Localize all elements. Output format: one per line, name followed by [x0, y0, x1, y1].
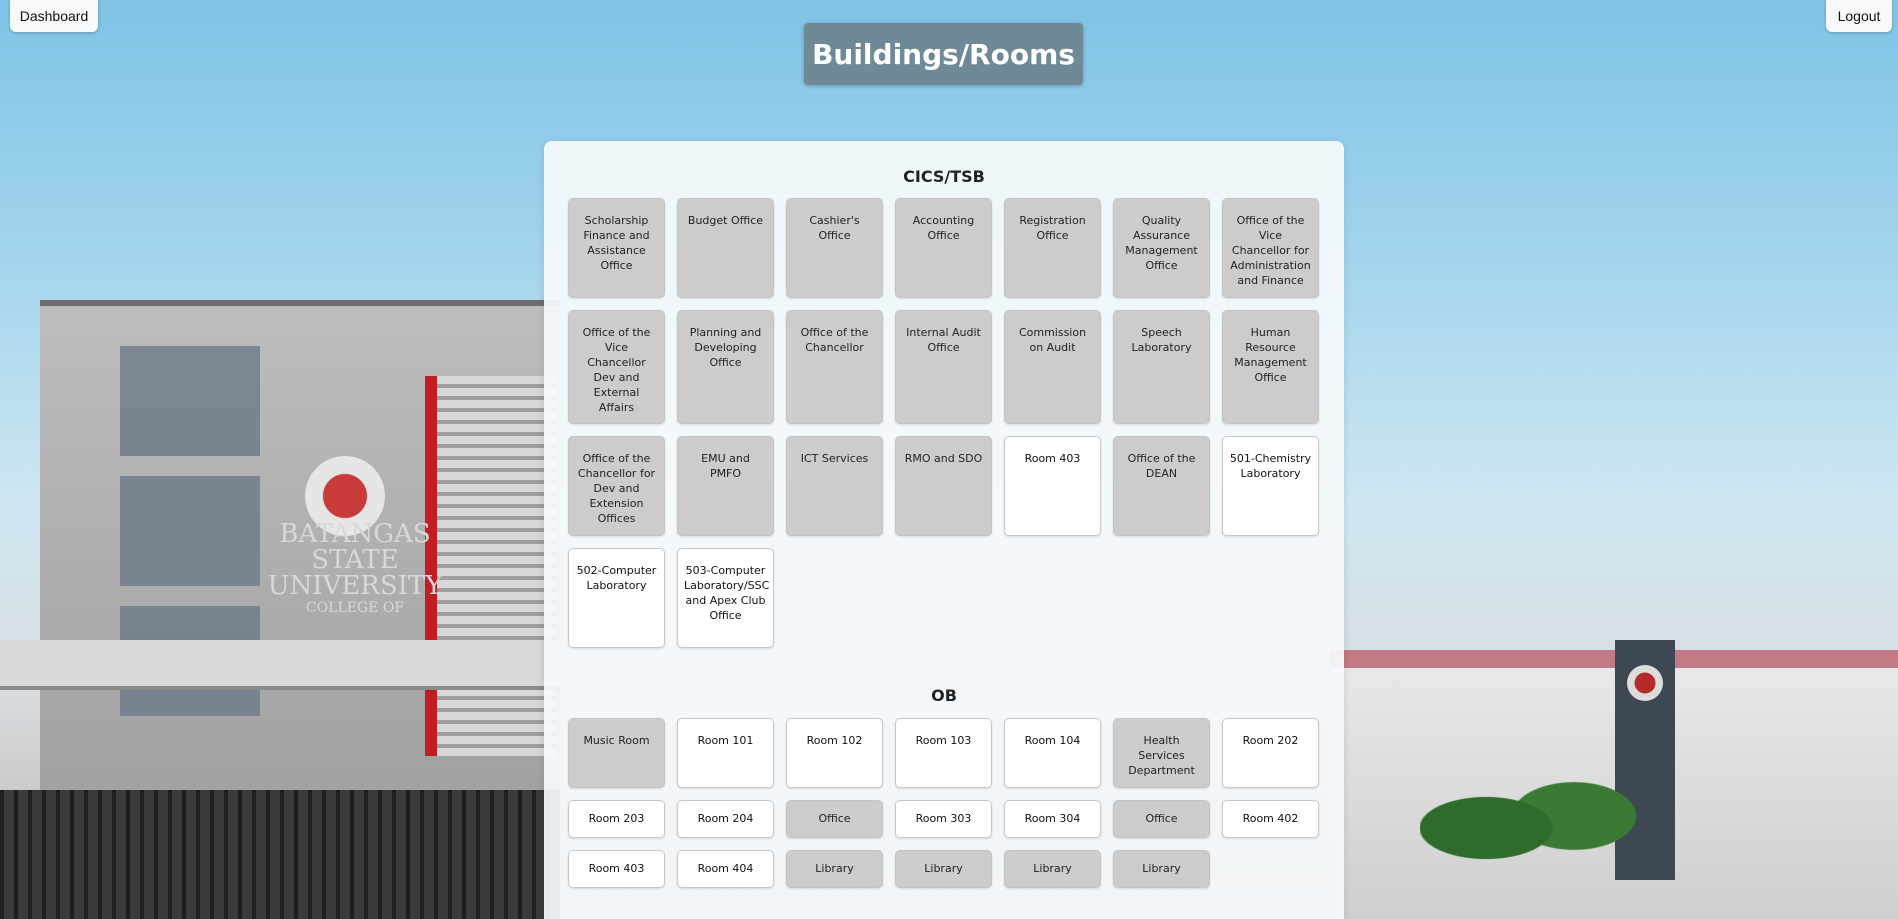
- room-tile[interactable]: EMU and PMFO: [677, 436, 774, 536]
- room-tile[interactable]: Room 102: [786, 718, 883, 788]
- room-tile[interactable]: Office: [1113, 800, 1210, 838]
- palm-trees: [1420, 780, 1640, 900]
- room-tile[interactable]: Library: [786, 850, 883, 888]
- room-tile[interactable]: Room 303: [895, 800, 992, 838]
- building-sign-text: BATANGAS STATE UNIVERSITY: [267, 519, 443, 601]
- room-tile[interactable]: Commission on Audit: [1004, 310, 1101, 424]
- page-title: Buildings/Rooms: [804, 23, 1083, 85]
- room-tile[interactable]: Registration Office: [1004, 198, 1101, 298]
- logout-button[interactable]: Logout: [1826, 0, 1892, 32]
- room-tile[interactable]: Quality Assurance Management Office: [1113, 198, 1210, 298]
- room-tile[interactable]: Music Room: [568, 718, 665, 788]
- room-tile[interactable]: Office: [786, 800, 883, 838]
- room-tile[interactable]: 501-Chemistry Laboratory: [1222, 436, 1319, 536]
- room-tile[interactable]: Accounting Office: [895, 198, 992, 298]
- room-tile[interactable]: Room 103: [895, 718, 992, 788]
- room-tile[interactable]: Office of the Chancellor for Dev and Ext…: [568, 436, 665, 536]
- room-tile[interactable]: Speech Laboratory: [1113, 310, 1210, 424]
- room-tile[interactable]: Room 403: [568, 850, 665, 888]
- room-tile[interactable]: 503-Computer Laboratory/SSC and Apex Clu…: [677, 548, 774, 648]
- room-tile[interactable]: Office of the DEAN: [1113, 436, 1210, 536]
- tower-seal-icon: [1627, 665, 1663, 701]
- gate-fence: [0, 790, 560, 919]
- room-tile[interactable]: Library: [895, 850, 992, 888]
- room-tile[interactable]: Office of the Chancellor: [786, 310, 883, 424]
- room-tile[interactable]: Health Services Department: [1113, 718, 1210, 788]
- section-title-ob: OB: [931, 686, 957, 705]
- building-sign-subtext: COLLEGE OF: [305, 600, 405, 616]
- room-tile[interactable]: Library: [1113, 850, 1210, 888]
- room-tile[interactable]: Room 402: [1222, 800, 1319, 838]
- building-sign: BATANGAS STATE UNIVERSITY COLLEGE OF: [255, 521, 455, 617]
- room-tile[interactable]: Room 404: [677, 850, 774, 888]
- room-tile[interactable]: Room 403: [1004, 436, 1101, 536]
- room-tile[interactable]: 502-Computer Laboratory: [568, 548, 665, 648]
- room-tile[interactable]: Human Resource Management Office: [1222, 310, 1319, 424]
- room-tile[interactable]: Office of the Vice Chancellor for Admini…: [1222, 198, 1319, 298]
- building-canopy: [0, 640, 560, 690]
- room-tile[interactable]: Office of the Vice Chancellor Dev and Ex…: [568, 310, 665, 424]
- room-tile[interactable]: Room 304: [1004, 800, 1101, 838]
- room-tile[interactable]: Room 202: [1222, 718, 1319, 788]
- room-tile[interactable]: Cashier's Office: [786, 198, 883, 298]
- building-window: [120, 346, 260, 456]
- room-tile[interactable]: Room 101: [677, 718, 774, 788]
- room-tile[interactable]: ICT Services: [786, 436, 883, 536]
- room-tile[interactable]: Library: [1004, 850, 1101, 888]
- dashboard-button[interactable]: Dashboard: [10, 0, 98, 32]
- room-tile[interactable]: Internal Audit Office: [895, 310, 992, 424]
- building-window: [120, 476, 260, 586]
- room-tile[interactable]: RMO and SDO: [895, 436, 992, 536]
- room-tile[interactable]: Room 203: [568, 800, 665, 838]
- room-grid-ob: Music Room Room 101 Room 102 Room 103 Room 1…: [568, 718, 1320, 888]
- room-tile[interactable]: Room 204: [677, 800, 774, 838]
- rooms-panel: CICS/TSB Scholarship Finance and Assista…: [544, 141, 1344, 919]
- room-tile[interactable]: Budget Office: [677, 198, 774, 298]
- room-tile[interactable]: Room 104: [1004, 718, 1101, 788]
- room-grid-cics-tsb: Scholarship Finance and Assistance Offic…: [568, 198, 1320, 648]
- room-tile[interactable]: Scholarship Finance and Assistance Offic…: [568, 198, 665, 298]
- room-tile[interactable]: Planning and Developing Office: [677, 310, 774, 424]
- section-title-cics-tsb: CICS/TSB: [903, 167, 985, 186]
